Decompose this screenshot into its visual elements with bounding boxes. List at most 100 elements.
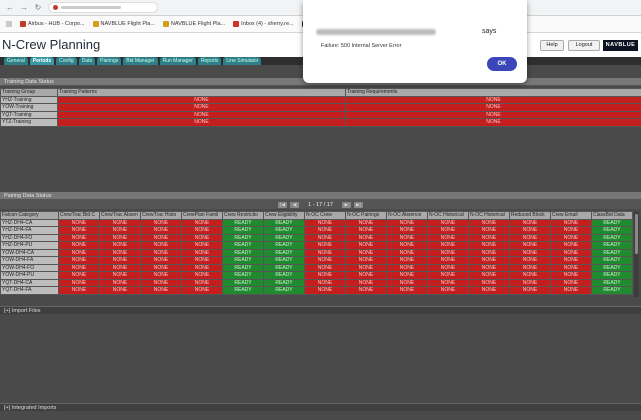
bookmark-item[interactable]: Inbox (4) - sherry.re...	[233, 21, 294, 27]
status-cell: READY	[222, 271, 264, 280]
pairing-column-header[interactable]: N-OC Historical	[468, 211, 510, 220]
status-cell: NONE	[509, 218, 551, 227]
table-row[interactable]: YHZ-DH4-FA NONE NONE NONE NONE READY READY NONE…	[0, 226, 633, 235]
status-cell: NONE	[58, 248, 100, 257]
pager-range: 1 - 17 / 17	[308, 201, 333, 208]
tab-run-manager[interactable]: Run Manager	[159, 57, 196, 65]
table-row[interactable]: YHZ-DH4-PU NONE NONE NONE NONE READY READY NONE…	[0, 241, 633, 250]
tab-line-simulator[interactable]: Line Simulator	[223, 57, 262, 65]
table-row: YHZ-Training NONE NONE	[0, 95, 641, 104]
back-icon[interactable]: ←	[6, 3, 14, 12]
table-row[interactable]: YHZ-DH4-CA NONE NONE NONE NONE READY READY NONE…	[0, 218, 633, 227]
pairing-column-header[interactable]: N-OC Crew	[304, 211, 346, 220]
pairing-column-header[interactable]: N-OC Historical	[427, 211, 469, 220]
pairing-column-header[interactable]: N-OC Pairings	[345, 211, 387, 220]
reload-icon[interactable]: ↻	[34, 3, 42, 12]
site-security-icon[interactable]	[53, 5, 58, 10]
forward-icon[interactable]: →	[20, 3, 28, 12]
pairing-column-header[interactable]: CrewTrac Bid C	[58, 211, 100, 220]
status-cell: NONE	[468, 218, 510, 227]
logout-button[interactable]: Logout	[568, 40, 600, 51]
status-cell: NONE	[99, 218, 141, 227]
navblue-logo: NAVBLUE	[603, 40, 638, 51]
training-data-section: Training Data Status Training Group Train…	[0, 78, 641, 127]
pairing-column-header[interactable]: Reduced Block	[509, 211, 551, 220]
pairing-scrollbar[interactable]	[634, 212, 639, 297]
status-cell: NONE	[345, 256, 387, 265]
pairing-column-header[interactable]: Crew Eligibility	[263, 211, 305, 220]
address-text-redacted	[61, 6, 121, 9]
tab-config[interactable]: Config	[56, 57, 77, 65]
status-cell: NONE	[58, 233, 100, 242]
status-cell: NONE	[181, 218, 223, 227]
training-column-header: Training Patterns	[57, 88, 346, 97]
pairing-column-header[interactable]: CrewTrac Absen	[99, 211, 141, 220]
table-row[interactable]: YOW-DH4-FO NONE NONE NONE NONE READY READY NONE…	[0, 263, 633, 272]
bookmark-item[interactable]: NAVBLUE Flight Pla...	[92, 21, 155, 27]
first-page-button[interactable]: |◀	[278, 201, 288, 208]
status-cell: NONE	[509, 271, 551, 280]
ok-button[interactable]: OK	[487, 57, 517, 71]
status-cell: NONE	[140, 271, 182, 280]
status-cell: NONE	[58, 278, 100, 287]
status-cell: NONE	[509, 241, 551, 250]
status-cell: NONE	[181, 263, 223, 272]
import-files-toggle[interactable]: [+] Import Files	[0, 306, 641, 314]
status-cell: NONE	[509, 226, 551, 235]
next-page-button[interactable]: ▶	[341, 201, 351, 208]
bookmark-favicon-icon	[20, 21, 26, 27]
tab-bid-manager[interactable]: Bid Manager	[123, 57, 158, 65]
pairing-column-header[interactable]: ClassBid Data	[591, 211, 633, 220]
training-group-cell: YQT-Training	[0, 110, 58, 119]
training-column-header: Training Group	[0, 88, 58, 97]
training-requirements-status: NONE	[345, 118, 641, 127]
status-cell: NONE	[140, 233, 182, 242]
integrated-imports-toggle[interactable]: [+] Integrated Imports	[0, 403, 641, 411]
table-row: YOW-Training NONE NONE	[0, 103, 641, 112]
last-page-button[interactable]: ▶|	[353, 201, 363, 208]
tab-pairings[interactable]: Pairings	[97, 57, 122, 65]
pairing-column-header[interactable]: Falcon Category	[0, 211, 59, 220]
prev-page-button[interactable]: ◀	[290, 201, 300, 208]
status-cell: NONE	[140, 263, 182, 272]
status-cell: READY	[222, 226, 264, 235]
apps-grid-icon[interactable]	[6, 21, 12, 27]
status-cell: NONE	[427, 226, 469, 235]
table-row[interactable]: YOW-DH4-CA NONE NONE NONE NONE READY READY NONE…	[0, 248, 633, 257]
bookmark-item[interactable]: Airbus - HUB - Corpo...	[20, 21, 85, 27]
falcon-category-cell: YHZ-DH4-PU	[0, 241, 59, 250]
bookmark-item[interactable]: NAVBLUE Flight Pla...	[162, 21, 225, 27]
pairing-scrollbar-thumb[interactable]	[635, 214, 638, 254]
status-cell: NONE	[140, 278, 182, 287]
status-cell: NONE	[304, 233, 346, 242]
bookmark-label: Airbus - HUB - Corpo...	[28, 21, 85, 27]
status-cell: READY	[591, 263, 633, 272]
status-cell: NONE	[427, 256, 469, 265]
pairing-column-header[interactable]: CrewPlan Famil	[181, 211, 223, 220]
pairing-column-header[interactable]: Crew Email	[550, 211, 592, 220]
address-bar[interactable]	[48, 2, 158, 13]
help-button[interactable]: Help	[540, 40, 564, 51]
table-row[interactable]: YHZ-DH4-FO NONE NONE NONE NONE READY READY NONE…	[0, 233, 633, 242]
table-row[interactable]: YQT-DH4-CA NONE NONE NONE NONE READY READY NONE…	[0, 278, 633, 287]
table-row[interactable]: YOW-DH4-FA NONE NONE NONE NONE READY READY NONE…	[0, 256, 633, 265]
tab-data[interactable]: Data	[78, 57, 96, 65]
status-cell: NONE	[509, 248, 551, 257]
status-cell: NONE	[304, 241, 346, 250]
pairing-column-header[interactable]: N-OC Absence	[386, 211, 428, 220]
status-cell: NONE	[468, 263, 510, 272]
pairing-column-header[interactable]: CrewTrac Histo	[140, 211, 182, 220]
status-cell: NONE	[99, 271, 141, 280]
table-row[interactable]: YOW-DH4-PU NONE NONE NONE NONE READY READY NONE…	[0, 271, 633, 280]
status-cell: NONE	[58, 256, 100, 265]
tab-periods[interactable]: Periods	[29, 57, 55, 65]
status-cell: NONE	[386, 241, 428, 250]
tab-general[interactable]: General	[4, 57, 28, 65]
table-row[interactable]: YQT-DH4-FA NONE NONE NONE NONE READY READY NONE…	[0, 286, 633, 295]
status-cell: NONE	[99, 256, 141, 265]
pairing-column-header[interactable]: Crew Restrictio	[222, 211, 264, 220]
falcon-category-cell: YHZ-DH4-FO	[0, 233, 59, 242]
status-cell: NONE	[468, 286, 510, 295]
tab-reports[interactable]: Reports	[197, 57, 222, 65]
status-cell: READY	[222, 278, 264, 287]
